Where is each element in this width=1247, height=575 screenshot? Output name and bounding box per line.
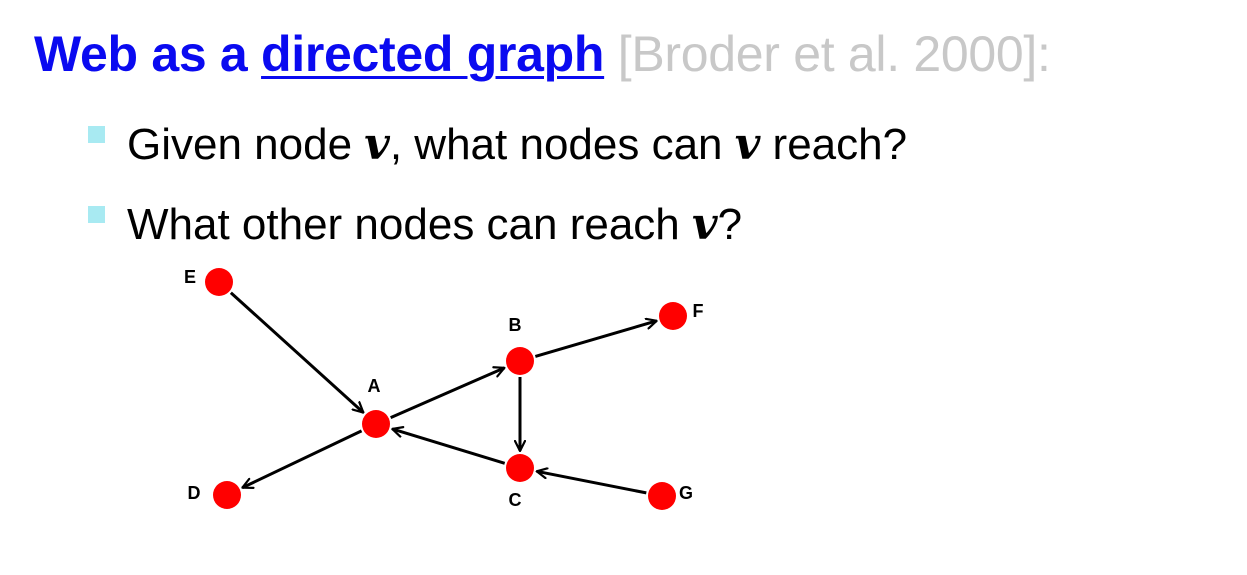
edge-a-to-b: [390, 368, 505, 419]
node-label-a: A: [368, 376, 381, 396]
node-label-b: B: [509, 315, 522, 335]
node-f: [659, 302, 687, 330]
node-label-d: D: [188, 483, 201, 503]
slide: Web as a directed graph [Broder et al. 2…: [0, 0, 1247, 575]
edge-c-to-a: [392, 429, 506, 465]
node-label-e: E: [184, 267, 196, 287]
edge-e-to-a: [229, 291, 364, 414]
edge-b-to-f: [534, 321, 656, 358]
directed-graph-diagram: A B C D E F G: [184, 267, 704, 510]
edge-a-to-d: [242, 429, 363, 490]
node-d: [213, 481, 241, 509]
edge-g-to-c: [537, 471, 647, 495]
node-label-c: C: [509, 490, 522, 510]
node-b: [506, 347, 534, 375]
node-label-f: F: [693, 301, 704, 321]
node-a: [362, 410, 390, 438]
node-label-g: G: [679, 483, 693, 503]
labels-layer: A B C D E F G: [184, 267, 704, 510]
edges-layer: [229, 291, 657, 495]
node-c: [506, 454, 534, 482]
node-e: [205, 268, 233, 296]
node-g: [648, 482, 676, 510]
nodes-layer: [205, 268, 687, 510]
